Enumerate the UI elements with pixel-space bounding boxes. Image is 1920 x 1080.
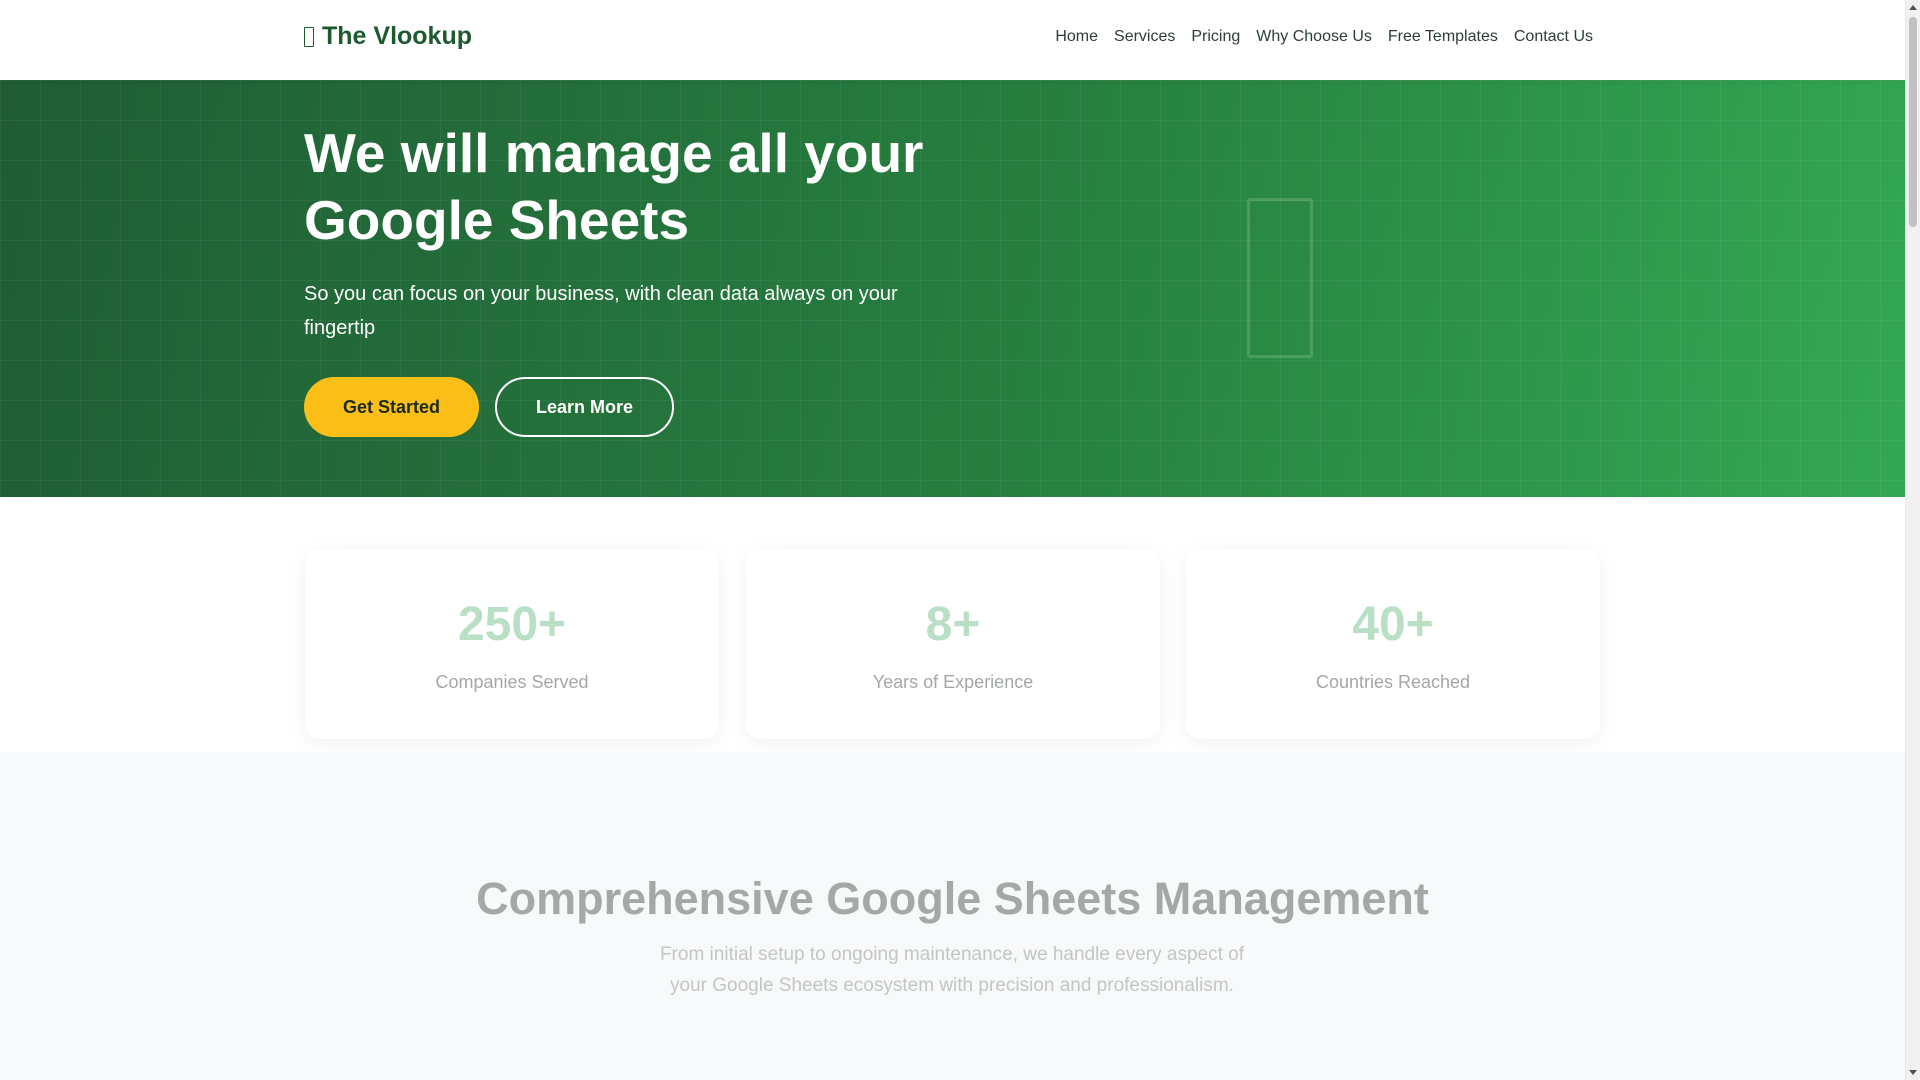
hero-subtitle: So you can focus on your business, with … [304, 283, 898, 339]
nav-link-home[interactable]: Home [1055, 28, 1098, 46]
brand-name: The Vlookup [322, 22, 472, 50]
nav-link-pricing[interactable]: Pricing [1191, 28, 1240, 46]
page-scrollbar[interactable] [1905, 0, 1920, 1080]
stat-card-countries: 40+ Countries Reached [1186, 549, 1600, 739]
viewport: The Vlookup Home Services Pricing Why Ch… [0, 0, 1905, 1080]
nav-link-free-templates[interactable]: Free Templates [1388, 28, 1498, 46]
stat-card-companies: 250+ Companies Served [305, 549, 719, 739]
learn-more-button[interactable]: Learn More [495, 377, 674, 437]
stat-value: 8+ [925, 598, 981, 651]
navbar: The Vlookup Home Services Pricing Why Ch… [0, 0, 1905, 80]
stat-label: Companies Served [435, 672, 589, 692]
get-started-button[interactable]: Get Started [304, 377, 479, 437]
stat-card-experience: 8+ Years of Experience [746, 549, 1160, 739]
stats-section: 250+ Companies Served 8+ Years of Experi… [0, 497, 1905, 752]
nav-link-services[interactable]: Services [1114, 28, 1175, 46]
nav-link-why-choose-us[interactable]: Why Choose Us [1256, 28, 1372, 46]
page: The Vlookup Home Services Pricing Why Ch… [0, 0, 1920, 1080]
services-description: From initial setup to ongoing maintenanc… [659, 944, 1245, 996]
services-section: Comprehensive Google Sheets Management F… [0, 752, 1905, 1080]
spreadsheet-icon [304, 26, 314, 47]
scroll-down-arrow-icon[interactable] [1909, 1070, 1917, 1075]
spreadsheet-icon [1247, 198, 1313, 358]
scroll-up-arrow-icon[interactable] [1909, 5, 1917, 10]
stat-value: 250+ [457, 598, 567, 651]
stat-label: Years of Experience [872, 672, 1034, 692]
scrollbar-thumb[interactable] [1909, 17, 1917, 227]
brand-logo-link[interactable]: The Vlookup [304, 22, 472, 51]
hero-title: We will manage all your Google Sheets [304, 122, 924, 251]
services-title: Comprehensive Google Sheets Management [476, 873, 1429, 924]
nav-link-contact-us[interactable]: Contact Us [1514, 28, 1593, 46]
stat-label: Countries Reached [1315, 672, 1471, 692]
hero-section: We will manage all your Google Sheets So… [0, 80, 1905, 497]
stat-value: 40+ [1352, 598, 1434, 651]
main-nav: Home Services Pricing Why Choose Us Free… [1055, 28, 1593, 46]
